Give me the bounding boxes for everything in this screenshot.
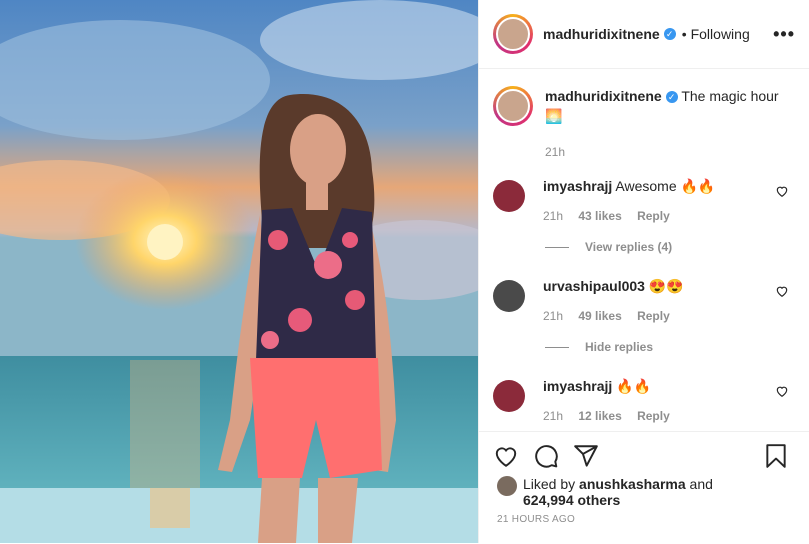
post-header: madhuridixitnene ✓ • Following ••• (479, 0, 809, 69)
comment-item: imyashrajj 🔥🔥 21h 12 likes Reply (479, 376, 809, 426)
caption-emoji: 🌅 (545, 108, 563, 124)
likes-count[interactable]: 624,994 others (523, 492, 620, 508)
commenter-avatar[interactable] (493, 180, 525, 212)
comment-body: urvashipaul003 😍😍 21h 49 likes Reply (543, 276, 795, 326)
liked-by-text: Liked by anushkasharma and 624,994 other… (523, 476, 713, 508)
comment-likes[interactable]: 43 likes (578, 209, 621, 223)
post-photo[interactable] (0, 0, 478, 543)
comment-item: urvashipaul003 😍😍 21h 49 likes Reply (479, 276, 809, 326)
more-options-icon[interactable]: ••• (773, 24, 795, 45)
comment-username[interactable]: imyashrajj (543, 378, 612, 394)
following-button[interactable]: Following (691, 26, 750, 42)
verified-icon: ✓ (663, 28, 676, 40)
comment-item: imyashrajj Awesome 🔥🔥 21h 43 likes Reply (479, 176, 809, 226)
caption-body: madhuridixitnene ✓ The magic hour 🌅 21h (545, 86, 779, 162)
comment-time[interactable]: 21h (543, 209, 563, 223)
sunset-beach-photo (0, 0, 478, 543)
instagram-post: madhuridixitnene ✓ • Following ••• madhu… (0, 0, 809, 543)
reply-button[interactable]: Reply (637, 309, 670, 323)
post-timestamp[interactable]: 21 HOURS AGO (479, 508, 809, 525)
comment-meta: 21h 43 likes Reply (543, 206, 795, 226)
like-comment-heart-icon[interactable] (775, 384, 789, 398)
comment-time[interactable]: 21h (543, 409, 563, 423)
comment-text: 🔥🔥 (616, 378, 652, 394)
heart-icon[interactable] (493, 443, 519, 469)
view-replies-toggle[interactable]: View replies (4) (479, 240, 809, 254)
commenter-avatar[interactable] (493, 280, 525, 312)
post-action-bar: Liked by anushkasharma and 624,994 other… (479, 431, 809, 544)
comment-username[interactable]: imyashrajj (543, 178, 612, 194)
like-comment-heart-icon[interactable] (775, 184, 789, 198)
post-caption: madhuridixitnene ✓ The magic hour 🌅 21h (479, 70, 809, 162)
comment-likes[interactable]: 49 likes (578, 309, 621, 323)
caption-avatar[interactable] (493, 86, 533, 126)
share-icon[interactable] (573, 443, 599, 469)
author-username[interactable]: madhuridixitnene (543, 26, 660, 42)
comment-username[interactable]: urvashipaul003 (543, 278, 645, 294)
comment-text: Awesome 🔥🔥 (615, 178, 716, 194)
comment-meta: 21h 12 likes Reply (543, 406, 795, 426)
caption-text: The magic hour (681, 88, 779, 104)
comment-body: imyashrajj Awesome 🔥🔥 21h 43 likes Reply (543, 176, 795, 226)
comment-body: imyashrajj 🔥🔥 21h 12 likes Reply (543, 376, 795, 426)
verified-icon: ✓ (665, 91, 678, 103)
action-icons (479, 432, 809, 470)
reply-button[interactable]: Reply (637, 209, 670, 223)
author-avatar[interactable] (493, 14, 533, 54)
liked-by-prefix: Liked by (523, 476, 576, 492)
comment-text: 😍😍 (648, 278, 684, 294)
bookmark-icon[interactable] (763, 443, 789, 469)
separator: • (681, 26, 687, 42)
like-comment-heart-icon[interactable] (775, 284, 789, 298)
comment-icon[interactable] (533, 443, 559, 469)
hide-replies-toggle[interactable]: Hide replies (479, 340, 809, 354)
comment-time[interactable]: 21h (543, 309, 563, 323)
comment-meta: 21h 49 likes Reply (543, 306, 795, 326)
comment-likes[interactable]: 12 likes (578, 409, 621, 423)
caption-username[interactable]: madhuridixitnene (545, 88, 662, 104)
hide-replies-label[interactable]: Hide replies (585, 340, 653, 354)
liked-by: Liked by anushkasharma and 624,994 other… (479, 470, 809, 508)
replies-divider (545, 246, 569, 248)
caption-time: 21h (545, 145, 566, 159)
replies-divider (545, 346, 569, 348)
liker-username[interactable]: anushkasharma (579, 476, 686, 492)
reply-button[interactable]: Reply (637, 409, 670, 423)
post-sidebar: madhuridixitnene ✓ • Following ••• madhu… (478, 0, 809, 543)
comments-list[interactable]: madhuridixitnene ✓ The magic hour 🌅 21h i… (479, 70, 809, 430)
liker-avatar[interactable] (497, 476, 517, 496)
view-replies-label[interactable]: View replies (4) (585, 240, 672, 254)
commenter-avatar[interactable] (493, 380, 525, 412)
liked-by-and: and (689, 476, 713, 492)
